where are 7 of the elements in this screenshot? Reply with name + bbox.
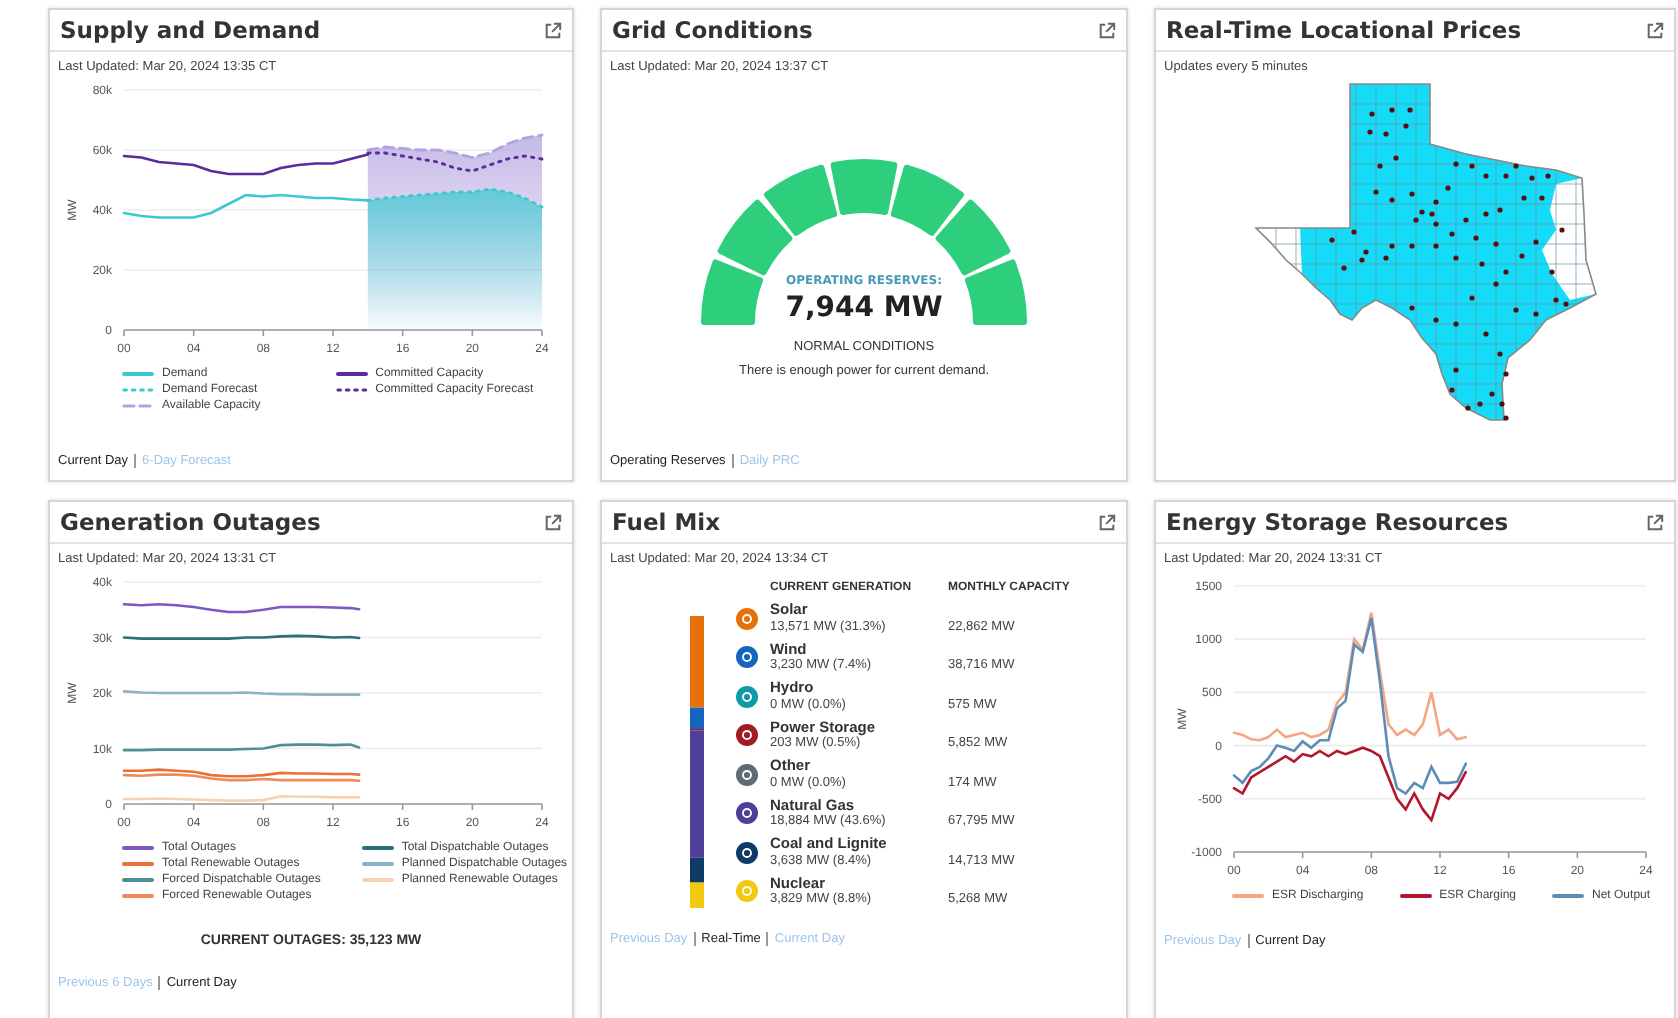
panel-title: Real-Time Locational Prices bbox=[1166, 16, 1522, 44]
panel-title: Grid Conditions bbox=[612, 16, 813, 44]
reserves-value: 7,944 MW bbox=[785, 292, 943, 324]
panel-title: Generation Outages bbox=[60, 508, 321, 536]
panel-title: Supply and Demand bbox=[60, 16, 321, 44]
panel-title: Fuel Mix bbox=[612, 508, 721, 536]
panel-title: Energy Storage Resources bbox=[1166, 508, 1509, 536]
